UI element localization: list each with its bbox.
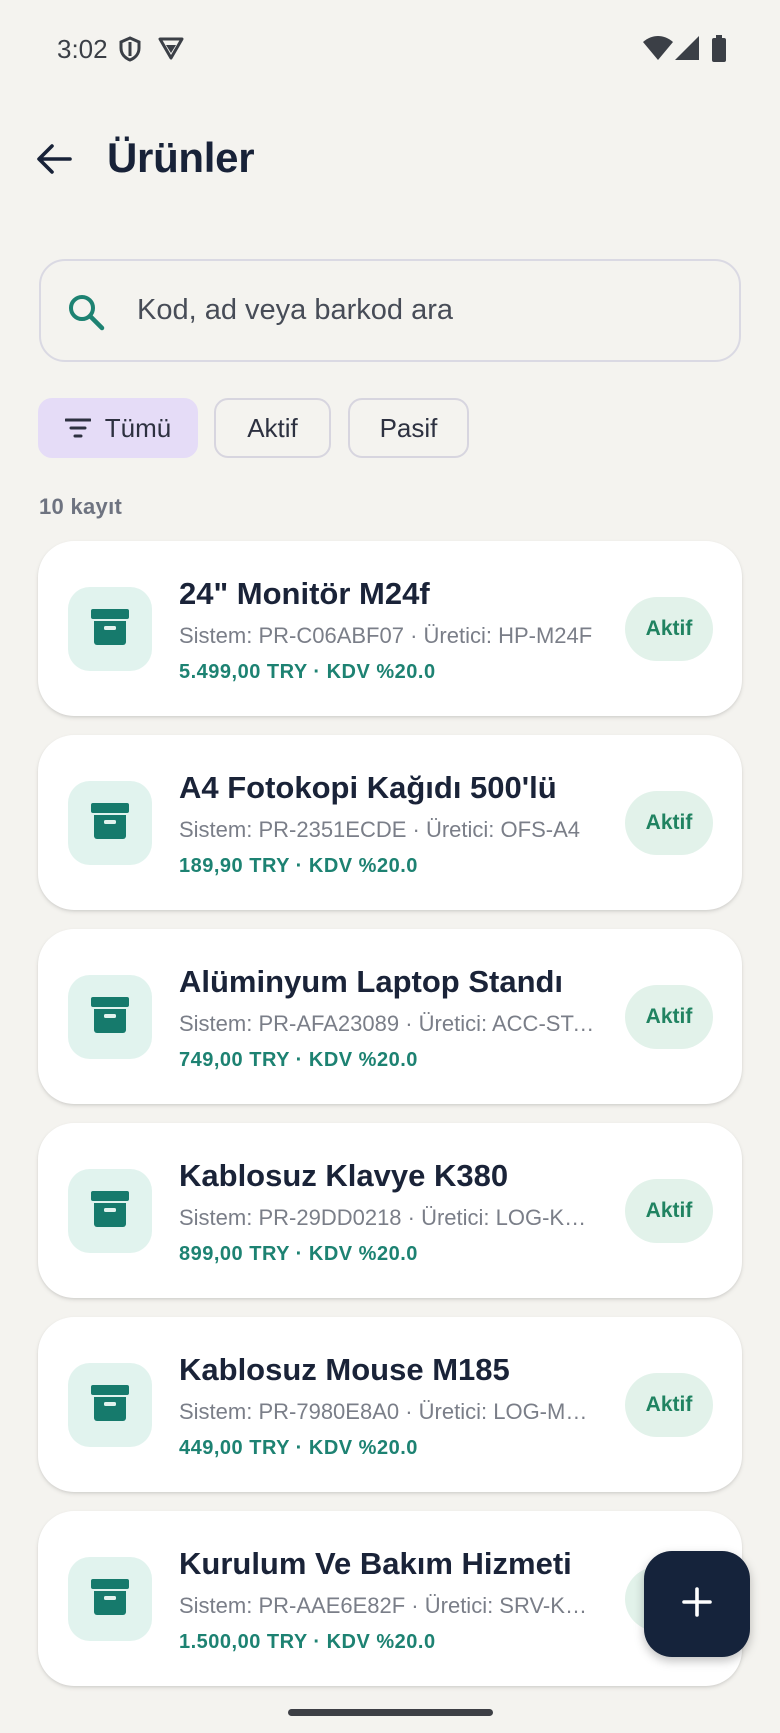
chip-active[interactable]: Aktif: [214, 398, 331, 458]
product-name: 24" Monitör M24f: [179, 576, 430, 611]
product-card[interactable]: Kablosuz Mouse M185 Sistem: PR-7980E8A0 …: [38, 1317, 742, 1492]
wifi-icon: [643, 36, 673, 60]
product-thumbnail: [68, 1169, 152, 1253]
plus-icon: [682, 1586, 712, 1622]
product-meta: Sistem: PR-AAE6E82F · Üretici: SRV-KURUL…: [179, 1593, 597, 1618]
product-thumbnail: [68, 1363, 152, 1447]
search-box[interactable]: [39, 259, 741, 362]
status-badge: Aktif: [625, 1179, 713, 1243]
archive-icon: [90, 1190, 130, 1233]
chip-active-label: Aktif: [247, 412, 298, 443]
home-indicator[interactable]: [288, 1709, 493, 1716]
product-card[interactable]: A4 Fotokopi Kağıdı 500'lü Sistem: PR-235…: [38, 735, 742, 910]
product-price: 1.500,00 TRY · KDV %20.0: [179, 1631, 436, 1653]
archive-icon: [90, 1578, 130, 1621]
product-price: 899,00 TRY · KDV %20.0: [179, 1243, 418, 1265]
archive-icon: [90, 996, 130, 1039]
product-thumbnail: [68, 781, 152, 865]
product-meta: Sistem: PR-C06ABF07 · Üretici: HP-M24F: [179, 623, 593, 648]
product-meta: Sistem: PR-AFA23089 · Üretici: ACC-STAND: [179, 1011, 597, 1036]
back-button[interactable]: [30, 137, 78, 185]
chip-all[interactable]: Tümü: [38, 398, 198, 458]
archive-icon: [90, 1384, 130, 1427]
product-price: 449,00 TRY · KDV %20.0: [179, 1437, 418, 1459]
products-screen: 3:02 Ürünler Kod, ad veya barkod ara Tüm…: [0, 0, 780, 1733]
product-card[interactable]: Alüminyum Laptop Standı Sistem: PR-AFA23…: [38, 929, 742, 1104]
record-count: 10 kayıt: [39, 494, 123, 519]
arrow-back-icon: [36, 143, 72, 180]
archive-icon: [90, 802, 130, 845]
product-thumbnail: [68, 975, 152, 1059]
status-badge: Aktif: [625, 1373, 713, 1437]
product-name: Kablosuz Mouse M185: [179, 1352, 510, 1387]
chip-passive[interactable]: Pasif: [348, 398, 469, 458]
product-price: 189,90 TRY · KDV %20.0: [179, 855, 418, 877]
product-card[interactable]: 24" Monitör M24f Sistem: PR-C06ABF07 · Ü…: [38, 541, 742, 716]
status-time: 3:02: [57, 34, 108, 64]
product-card[interactable]: Kurulum Ve Bakım Hizmeti Sistem: PR-AAE6…: [38, 1511, 742, 1686]
page-title: Ürünler: [107, 134, 255, 181]
status-badge: Aktif: [625, 791, 713, 855]
search-input[interactable]: [137, 261, 717, 360]
chip-all-label: Tümü: [104, 412, 172, 443]
product-name: Kurulum Ve Bakım Hizmeti: [179, 1546, 572, 1581]
product-price: 5.499,00 TRY · KDV %20.0: [179, 661, 436, 683]
chip-passive-label: Pasif: [379, 412, 438, 443]
product-name: A4 Fotokopi Kağıdı 500'lü: [179, 770, 557, 805]
status-badge: Aktif: [625, 597, 713, 661]
battery-icon: [711, 35, 727, 62]
status-bar: 3:02: [0, 0, 780, 100]
app-bar: Ürünler: [0, 110, 780, 210]
product-price: 749,00 TRY · KDV %20.0: [179, 1049, 418, 1071]
product-thumbnail: [68, 587, 152, 671]
status-badge: Aktif: [625, 985, 713, 1049]
add-product-button[interactable]: [644, 1551, 750, 1657]
product-thumbnail: [68, 1557, 152, 1641]
filter-icon: [64, 418, 91, 438]
product-name: Alüminyum Laptop Standı: [179, 964, 564, 999]
product-card[interactable]: Kablosuz Klavye K380 Sistem: PR-29DD0218…: [38, 1123, 742, 1298]
archive-icon: [90, 608, 130, 651]
shield-icon: [119, 36, 141, 62]
product-meta: Sistem: PR-29DD0218 · Üretici: LOG-K380: [179, 1205, 597, 1230]
signal-icon: [675, 36, 699, 60]
vpn-icon: [158, 36, 184, 60]
search-icon: [67, 293, 105, 336]
product-name: Kablosuz Klavye K380: [179, 1158, 509, 1193]
product-meta: Sistem: PR-7980E8A0 · Üretici: LOG-M185: [179, 1399, 597, 1424]
product-meta: Sistem: PR-2351ECDE · Üretici: OFS-A4: [179, 817, 580, 842]
